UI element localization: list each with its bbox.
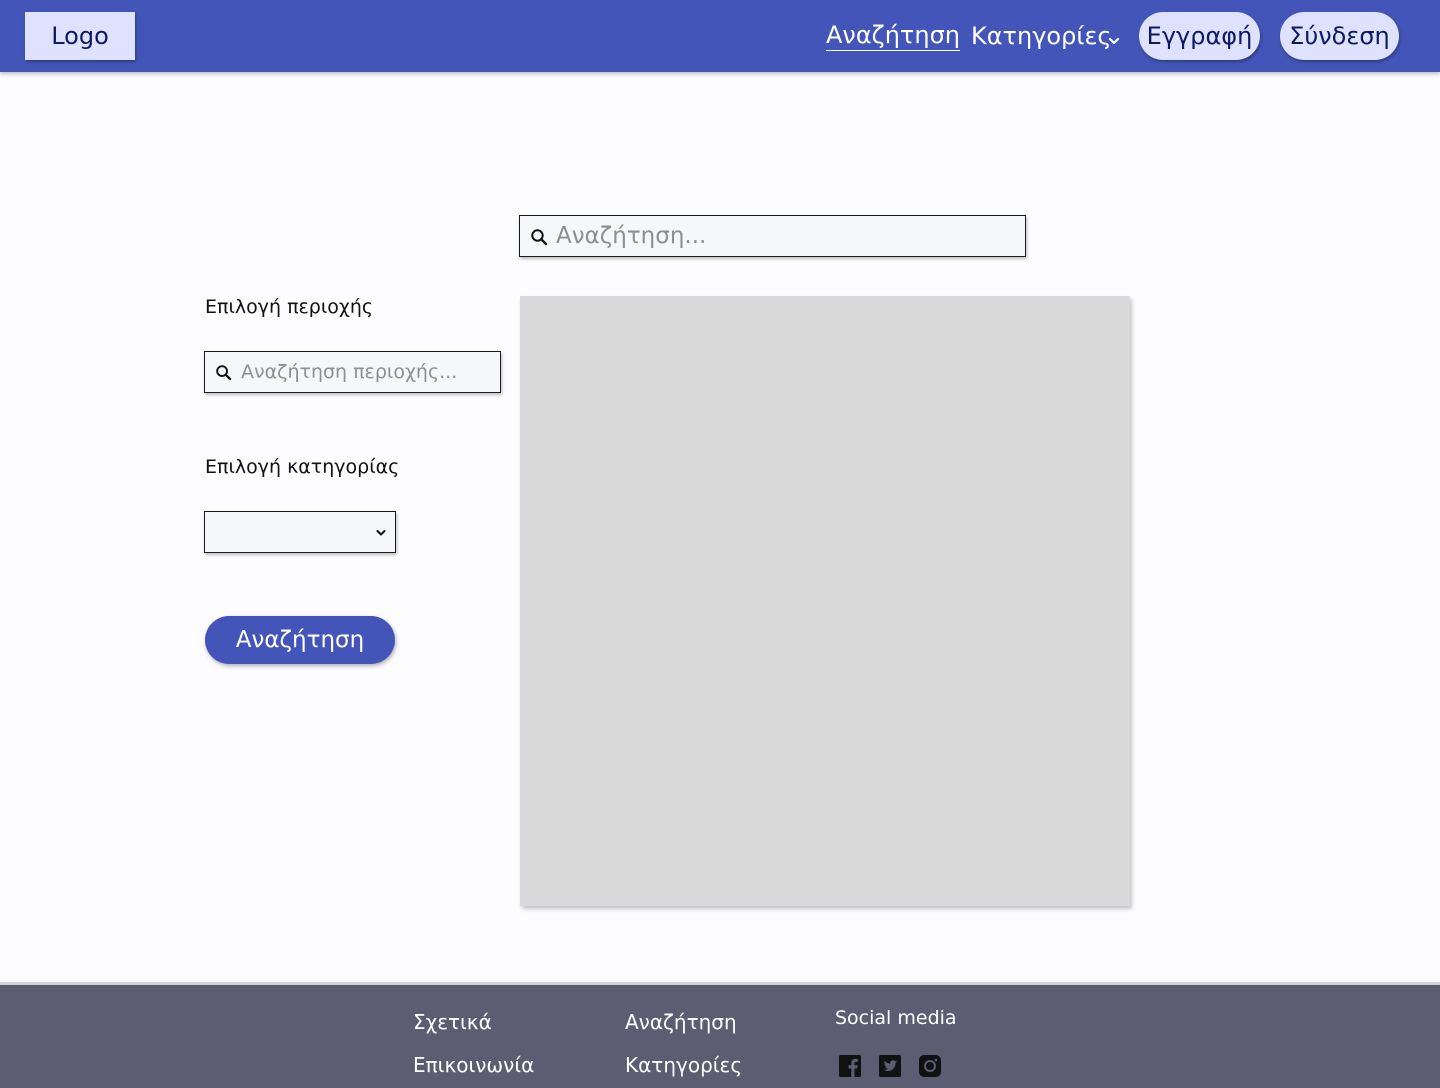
footer-link-about[interactable]: Σχετικά: [413, 1010, 492, 1034]
nav-link-categories[interactable]: Κατηγορίες: [971, 20, 1112, 52]
region-search-field[interactable]: [204, 351, 501, 393]
chevron-down-icon: [376, 530, 386, 536]
footer-social-title: Social media: [835, 1007, 957, 1029]
region-search-input[interactable]: [241, 352, 496, 392]
footer-link-search[interactable]: Αναζήτηση: [625, 1010, 737, 1034]
footer: Σχετικά Επικοινωνία Αναζήτηση Κατηγορίες…: [0, 982, 1440, 1088]
search-button[interactable]: Αναζήτηση: [205, 616, 395, 664]
footer-link-contact[interactable]: Επικοινωνία: [413, 1053, 534, 1077]
login-button[interactable]: Σύνδεση: [1280, 12, 1399, 60]
region-label: Επιλογή περιοχής: [205, 296, 374, 318]
chevron-down-icon[interactable]: [1107, 34, 1121, 48]
nav-link-search[interactable]: Αναζήτηση: [826, 20, 960, 51]
search-icon: [531, 229, 548, 246]
register-button[interactable]: Εγγραφή: [1139, 12, 1260, 60]
twitter-icon[interactable]: [878, 1054, 902, 1078]
search-icon: [216, 365, 232, 381]
results-map-placeholder[interactable]: [520, 296, 1130, 906]
instagram-icon[interactable]: [918, 1054, 942, 1078]
category-label: Επιλογή κατηγορίας: [205, 456, 400, 478]
footer-link-categories[interactable]: Κατηγορίες: [625, 1053, 742, 1077]
top-navbar: Logo Αναζήτηση Κατηγορίες Εγγραφή Σύνδεσ…: [0, 0, 1440, 72]
category-select[interactable]: [204, 511, 396, 553]
main-search-bar[interactable]: [519, 215, 1026, 257]
logo[interactable]: Logo: [25, 12, 135, 60]
facebook-icon[interactable]: [838, 1054, 862, 1078]
main-search-input[interactable]: [556, 216, 1016, 256]
